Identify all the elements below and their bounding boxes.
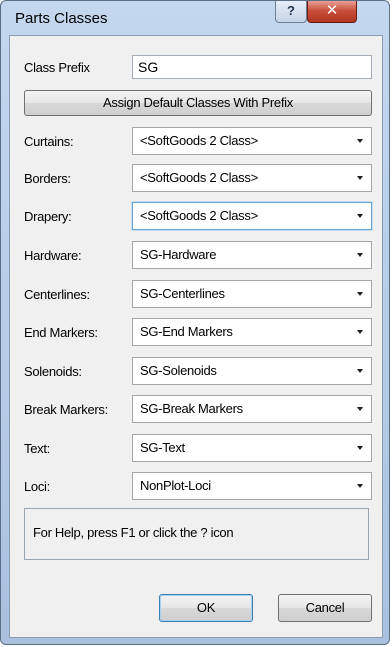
text-value: SG-Text: [140, 440, 185, 455]
assign-default-classes-label: Assign Default Classes With Prefix: [103, 95, 293, 110]
title-bar[interactable]: Parts Classes ? ✕: [1, 1, 389, 35]
chevron-down-icon: [357, 330, 363, 334]
ok-button[interactable]: OK: [159, 594, 253, 622]
loci-dropdown-arrow[interactable]: [349, 473, 371, 499]
end-markers-dropdown-arrow[interactable]: [349, 319, 371, 345]
loci-select[interactable]: NonPlot-Loci: [132, 472, 372, 500]
class-prefix-label: Class Prefix: [24, 60, 90, 75]
class-prefix-input[interactable]: SG: [132, 55, 372, 79]
help-button[interactable]: ?: [275, 1, 307, 23]
centerlines-dropdown-arrow[interactable]: [349, 281, 371, 307]
solenoids-dropdown-arrow[interactable]: [349, 358, 371, 384]
loci-label: Loci:: [24, 479, 50, 494]
parts-classes-dialog: Parts Classes ? ✕ Class Prefix SG Assign…: [0, 0, 390, 645]
solenoids-value: SG-Solenoids: [140, 363, 217, 378]
cancel-label: Cancel: [305, 600, 345, 615]
chevron-down-icon: [357, 446, 363, 450]
end-markers-select[interactable]: SG-End Markers: [132, 318, 372, 346]
hardware-dropdown-arrow[interactable]: [349, 242, 371, 268]
hardware-label: Hardware:: [24, 248, 82, 263]
chevron-down-icon: [357, 292, 363, 296]
curtains-label: Curtains:: [24, 134, 74, 149]
dialog-body: Class Prefix SG Assign Default Classes W…: [9, 35, 383, 638]
borders-select[interactable]: <SoftGoods 2 Class>: [132, 164, 372, 192]
centerlines-select[interactable]: SG-Centerlines: [132, 280, 372, 308]
chevron-down-icon: [357, 369, 363, 373]
text-label: Text:: [24, 441, 50, 456]
solenoids-label: Solenoids:: [24, 364, 82, 379]
drapery-dropdown-arrow[interactable]: [349, 203, 371, 229]
drapery-label: Drapery:: [24, 209, 72, 224]
break-markers-value: SG-Break Markers: [140, 401, 243, 416]
text-select[interactable]: SG-Text: [132, 434, 372, 462]
curtains-value: <SoftGoods 2 Class>: [140, 133, 258, 148]
curtains-dropdown-arrow[interactable]: [349, 128, 371, 154]
help-message-box: For Help, press F1 or click the ? icon: [24, 508, 369, 560]
borders-value: <SoftGoods 2 Class>: [140, 170, 258, 185]
chevron-down-icon: [357, 253, 363, 257]
drapery-select[interactable]: <SoftGoods 2 Class>: [132, 202, 372, 230]
close-icon: ✕: [325, 2, 339, 19]
dialog-title: Parts Classes: [15, 10, 108, 27]
break-markers-select[interactable]: SG-Break Markers: [132, 395, 372, 423]
chevron-down-icon: [357, 139, 363, 143]
drapery-value: <SoftGoods 2 Class>: [140, 208, 258, 223]
hardware-value: SG-Hardware: [140, 247, 217, 262]
end-markers-value: SG-End Markers: [140, 324, 233, 339]
class-prefix-value: SG: [138, 59, 159, 75]
close-button[interactable]: ✕: [307, 1, 357, 23]
borders-dropdown-arrow[interactable]: [349, 165, 371, 191]
help-icon: ?: [287, 3, 295, 18]
text-dropdown-arrow[interactable]: [349, 435, 371, 461]
cancel-button[interactable]: Cancel: [278, 594, 372, 622]
chevron-down-icon: [357, 214, 363, 218]
loci-value: NonPlot-Loci: [140, 478, 211, 493]
break-markers-label: Break Markers:: [24, 402, 108, 417]
chevron-down-icon: [357, 407, 363, 411]
borders-label: Borders:: [24, 171, 71, 186]
end-markers-label: End Markers:: [24, 325, 98, 340]
assign-default-classes-button[interactable]: Assign Default Classes With Prefix: [24, 90, 372, 116]
solenoids-select[interactable]: SG-Solenoids: [132, 357, 372, 385]
chevron-down-icon: [357, 484, 363, 488]
centerlines-label: Centerlines:: [24, 287, 90, 302]
centerlines-value: SG-Centerlines: [140, 286, 225, 301]
curtains-select[interactable]: <SoftGoods 2 Class>: [132, 127, 372, 155]
chevron-down-icon: [357, 176, 363, 180]
hardware-select[interactable]: SG-Hardware: [132, 241, 372, 269]
ok-label: OK: [196, 600, 216, 615]
break-markers-dropdown-arrow[interactable]: [349, 396, 371, 422]
help-message: For Help, press F1 or click the ? icon: [33, 525, 234, 540]
